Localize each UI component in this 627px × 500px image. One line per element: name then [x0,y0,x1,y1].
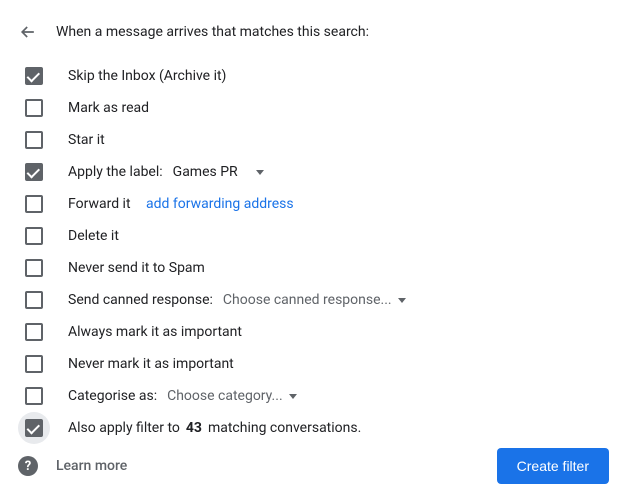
checkbox-categorise[interactable] [25,387,43,405]
option-categorise: Categorise as: Choose category... [18,380,609,412]
dropdown-canned-response[interactable]: Choose canned response... [219,290,410,310]
checkbox-star-it[interactable] [25,131,43,149]
back-arrow-icon[interactable] [18,22,38,42]
label-canned-response: Send canned response: [68,292,213,308]
dropdown-categorise[interactable]: Choose category... [163,386,301,406]
option-never-spam: Never send it to Spam [18,252,609,284]
dropdown-categorise-value: Choose category... [167,388,283,404]
label-forward-it: Forward it [68,196,131,212]
chevron-down-icon [289,394,297,399]
checkbox-skip-inbox[interactable] [25,67,43,85]
checkbox-always-important[interactable] [25,323,43,341]
checkbox-never-important[interactable] [25,355,43,373]
link-add-forwarding-address[interactable]: add forwarding address [146,196,294,212]
label-always-important: Always mark it as important [68,324,242,340]
also-apply-suffix: matching conversations. [208,420,361,436]
checkbox-also-apply[interactable] [25,419,43,437]
help-icon[interactable]: ? [18,456,38,476]
label-also-apply: Also apply filter to 43 matching convers… [68,420,361,436]
filter-options: Skip the Inbox (Archive it) Mark as read… [18,60,609,444]
option-canned-response: Send canned response: Choose canned resp… [18,284,609,316]
option-also-apply: Also apply filter to 43 matching convers… [18,412,609,444]
dropdown-apply-label[interactable]: Games PR [169,162,268,182]
option-always-important: Always mark it as important [18,316,609,348]
label-apply-label: Apply the label: [68,164,163,180]
option-forward-it: Forward it add forwarding address [18,188,609,220]
checkbox-delete-it[interactable] [25,227,43,245]
checkbox-forward-it[interactable] [25,195,43,213]
learn-more-link[interactable]: Learn more [56,458,127,474]
option-star-it: Star it [18,124,609,156]
checkbox-canned-response[interactable] [25,291,43,309]
label-never-important: Never mark it as important [68,356,234,372]
dialog-header: When a message arrives that matches this… [18,22,609,42]
label-categorise: Categorise as: [68,388,157,404]
option-mark-read: Mark as read [18,92,609,124]
also-apply-count: 43 [186,420,202,436]
option-skip-inbox: Skip the Inbox (Archive it) [18,60,609,92]
label-skip-inbox: Skip the Inbox (Archive it) [68,68,226,84]
option-apply-label: Apply the label: Games PR [18,156,609,188]
create-filter-button[interactable]: Create filter [497,448,609,484]
dropdown-apply-label-value: Games PR [173,164,238,180]
option-never-important: Never mark it as important [18,348,609,380]
header-title: When a message arrives that matches this… [56,24,369,40]
dropdown-canned-response-value: Choose canned response... [223,292,392,308]
label-never-spam: Never send it to Spam [68,260,205,276]
chevron-down-icon [398,298,406,303]
dialog-footer: ? Learn more Create filter [18,448,609,484]
checkbox-apply-label[interactable] [25,163,43,181]
label-star-it: Star it [68,132,105,148]
checkbox-never-spam[interactable] [25,259,43,277]
label-delete-it: Delete it [68,228,119,244]
chevron-down-icon [256,170,264,175]
option-delete-it: Delete it [18,220,609,252]
checkbox-mark-read[interactable] [25,99,43,117]
label-mark-read: Mark as read [68,100,149,116]
also-apply-prefix: Also apply filter to [68,420,180,436]
